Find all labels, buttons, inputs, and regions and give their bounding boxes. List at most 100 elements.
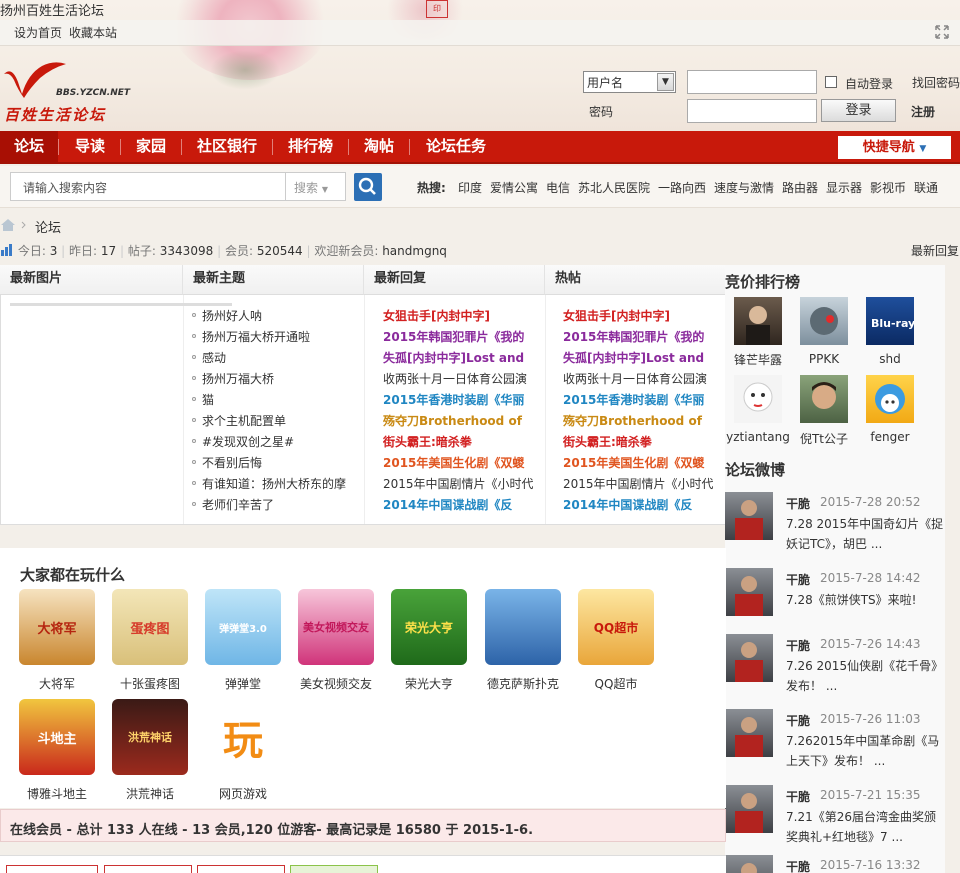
hot-post-link[interactable]: 街头霸王:暗杀拳: [563, 433, 713, 450]
search-input[interactable]: 请输入搜索内容: [10, 172, 286, 201]
avatar[interactable]: [734, 375, 782, 423]
bottom-banner[interactable]: [290, 865, 378, 873]
topic-link[interactable]: 求个主机配置单: [202, 412, 354, 429]
topic-link[interactable]: #发现双创之星#: [202, 433, 354, 450]
expand-icon[interactable]: [934, 24, 950, 44]
game-name[interactable]: 大将军: [7, 675, 107, 692]
hot-post-link[interactable]: 2014年中国谍战剧《反: [563, 496, 713, 513]
game-name[interactable]: 荣光大亨: [379, 675, 479, 692]
topic-link[interactable]: 感动: [202, 349, 354, 366]
weibo-user[interactable]: 干脆: [786, 495, 810, 512]
weibo-user[interactable]: 干脆: [786, 712, 810, 729]
hot-post-link[interactable]: 2015年美国生化剧《双蝬: [563, 454, 713, 471]
weibo-user[interactable]: 干脆: [786, 788, 810, 805]
avatar[interactable]: Blu-ray: [866, 297, 915, 345]
topic-link[interactable]: 猫: [202, 391, 354, 408]
nav-forum[interactable]: 论坛: [14, 131, 44, 162]
weibo-user[interactable]: 干脆: [786, 858, 810, 873]
hot-search-link[interactable]: 电信: [546, 179, 570, 196]
hot-post-link[interactable]: 女狙击手[内封中字]: [563, 307, 713, 324]
username-type-select[interactable]: 用户名 ▼: [583, 71, 676, 93]
topic-link[interactable]: 扬州好人呐: [202, 307, 354, 324]
hot-post-link[interactable]: 2015年韩国犯罪片《我的: [563, 328, 713, 345]
topic-link[interactable]: 老师们辛苦了: [202, 496, 354, 513]
game-name[interactable]: 网页游戏: [193, 785, 293, 802]
avatar[interactable]: [725, 855, 773, 873]
weibo-text[interactable]: 7.28 2015年中国奇幻片《捉妖记TC》，胡巴 ...: [786, 514, 944, 554]
reply-link[interactable]: 收两张十月一日体育公园演: [383, 370, 533, 387]
reply-link[interactable]: 街头霸王:暗杀拳: [383, 433, 533, 450]
game-icon[interactable]: 弹弹堂3.0: [205, 589, 281, 665]
hot-post-link[interactable]: 收两张十月一日体育公园演: [563, 370, 713, 387]
forgot-password-link[interactable]: 找回密码: [912, 74, 960, 91]
reply-link[interactable]: 2014年中国谍战剧《反: [383, 496, 533, 513]
weibo-text[interactable]: 7.28《煎饼侠TS》来啦!: [786, 590, 944, 610]
game-icon[interactable]: QQ超市: [578, 589, 654, 665]
username-input[interactable]: [687, 70, 817, 94]
hot-post-link[interactable]: 2015年中国剧情片《小时代: [563, 475, 713, 492]
game-icon[interactable]: 斗地主: [19, 699, 95, 775]
game-name[interactable]: 博雅斗地主: [7, 785, 107, 802]
latest-reply-link[interactable]: 最新回复: [911, 242, 959, 259]
reply-link[interactable]: 殇夺刀Brotherhood of: [383, 412, 533, 429]
hot-search-link[interactable]: 一路向西: [658, 179, 706, 196]
search-button[interactable]: [354, 173, 382, 201]
game-icon[interactable]: 荣光大亨: [391, 589, 467, 665]
hot-search-link[interactable]: 爱情公寓: [490, 179, 538, 196]
ranking-user[interactable]: fenger: [858, 430, 922, 444]
reply-link[interactable]: 女狙击手[内封中字]: [383, 307, 533, 324]
hot-search-link[interactable]: 速度与激情: [714, 179, 774, 196]
avatar[interactable]: [800, 297, 848, 345]
topic-link[interactable]: 扬州万福大桥: [202, 370, 354, 387]
avatar[interactable]: [725, 568, 773, 616]
avatar[interactable]: [725, 492, 773, 540]
game-icon[interactable]: 大将军: [19, 589, 95, 665]
avatar[interactable]: [734, 297, 782, 345]
auto-login-checkbox[interactable]: [825, 76, 837, 88]
hot-search-link[interactable]: 联通: [914, 179, 938, 196]
weibo-text[interactable]: 7.26 2015仙侠剧《花千骨》发布！ ...: [786, 656, 944, 696]
search-type-select[interactable]: 搜索 ▼: [286, 172, 346, 201]
hot-search-link[interactable]: 印度: [458, 179, 482, 196]
newest-member-link[interactable]: handmgnq: [382, 244, 447, 258]
game-name[interactable]: 十张蛋疼图: [100, 675, 200, 692]
ranking-user[interactable]: 倪Tt公子: [792, 430, 856, 447]
game-name[interactable]: 美女视频交友: [286, 675, 386, 692]
reply-link[interactable]: 2015年韩国犯罪片《我的: [383, 328, 533, 345]
ranking-user[interactable]: 锋芒毕露: [726, 351, 790, 368]
weibo-user[interactable]: 干脆: [786, 571, 810, 588]
hot-post-link[interactable]: 失孤[内封中字]Lost and: [563, 349, 713, 366]
game-name[interactable]: 洪荒神话: [100, 785, 200, 802]
nav-ranking[interactable]: 排行榜: [288, 131, 333, 162]
hot-search-link[interactable]: 影视币: [870, 179, 906, 196]
bookmark-link[interactable]: 收藏本站: [69, 24, 117, 41]
hot-search-link[interactable]: 路由器: [782, 179, 818, 196]
set-homepage-link[interactable]: 设为首页: [14, 24, 62, 41]
game-icon[interactable]: 洪荒神话: [112, 699, 188, 775]
topic-link[interactable]: 不看别后悔: [202, 454, 354, 471]
reply-link[interactable]: 2015年美国生化剧《双蝬: [383, 454, 533, 471]
reply-link[interactable]: 失孤[内封中字]Lost and: [383, 349, 533, 366]
avatar[interactable]: [800, 375, 848, 423]
topic-link[interactable]: 有谁知道：扬州大桥东的摩: [202, 475, 354, 492]
avatar[interactable]: [725, 709, 773, 757]
avatar[interactable]: [725, 785, 773, 833]
bottom-banner[interactable]: [104, 865, 192, 873]
hot-search-link[interactable]: 显示器: [826, 179, 862, 196]
ranking-user[interactable]: yztiantang: [726, 430, 790, 444]
nav-tasks[interactable]: 论坛任务: [426, 131, 486, 162]
bottom-banner[interactable]: [6, 865, 98, 873]
game-name[interactable]: QQ超市: [566, 675, 666, 692]
weibo-text[interactable]: 7.21《第26届台湾金曲奖颁奖典礼+红地毯》7 ...: [786, 807, 944, 847]
game-name[interactable]: 德克萨斯扑克: [473, 675, 573, 692]
avatar[interactable]: [866, 375, 914, 423]
topic-link[interactable]: 扬州万福大桥开通啦: [202, 328, 354, 345]
reply-link[interactable]: 2015年中国剧情片《小时代: [383, 475, 533, 492]
nav-collections[interactable]: 淘帖: [364, 131, 394, 162]
password-input[interactable]: [687, 99, 817, 123]
game-icon[interactable]: 美女视频交友: [298, 589, 374, 665]
weibo-text[interactable]: 7.262015年中国革命剧《马上天下》发布！ ...: [786, 731, 944, 771]
ranking-user[interactable]: PPKK: [792, 352, 856, 366]
quick-nav-button[interactable]: 快捷导航 ▼: [838, 136, 951, 159]
hot-search-link[interactable]: 苏北人民医院: [578, 179, 650, 196]
